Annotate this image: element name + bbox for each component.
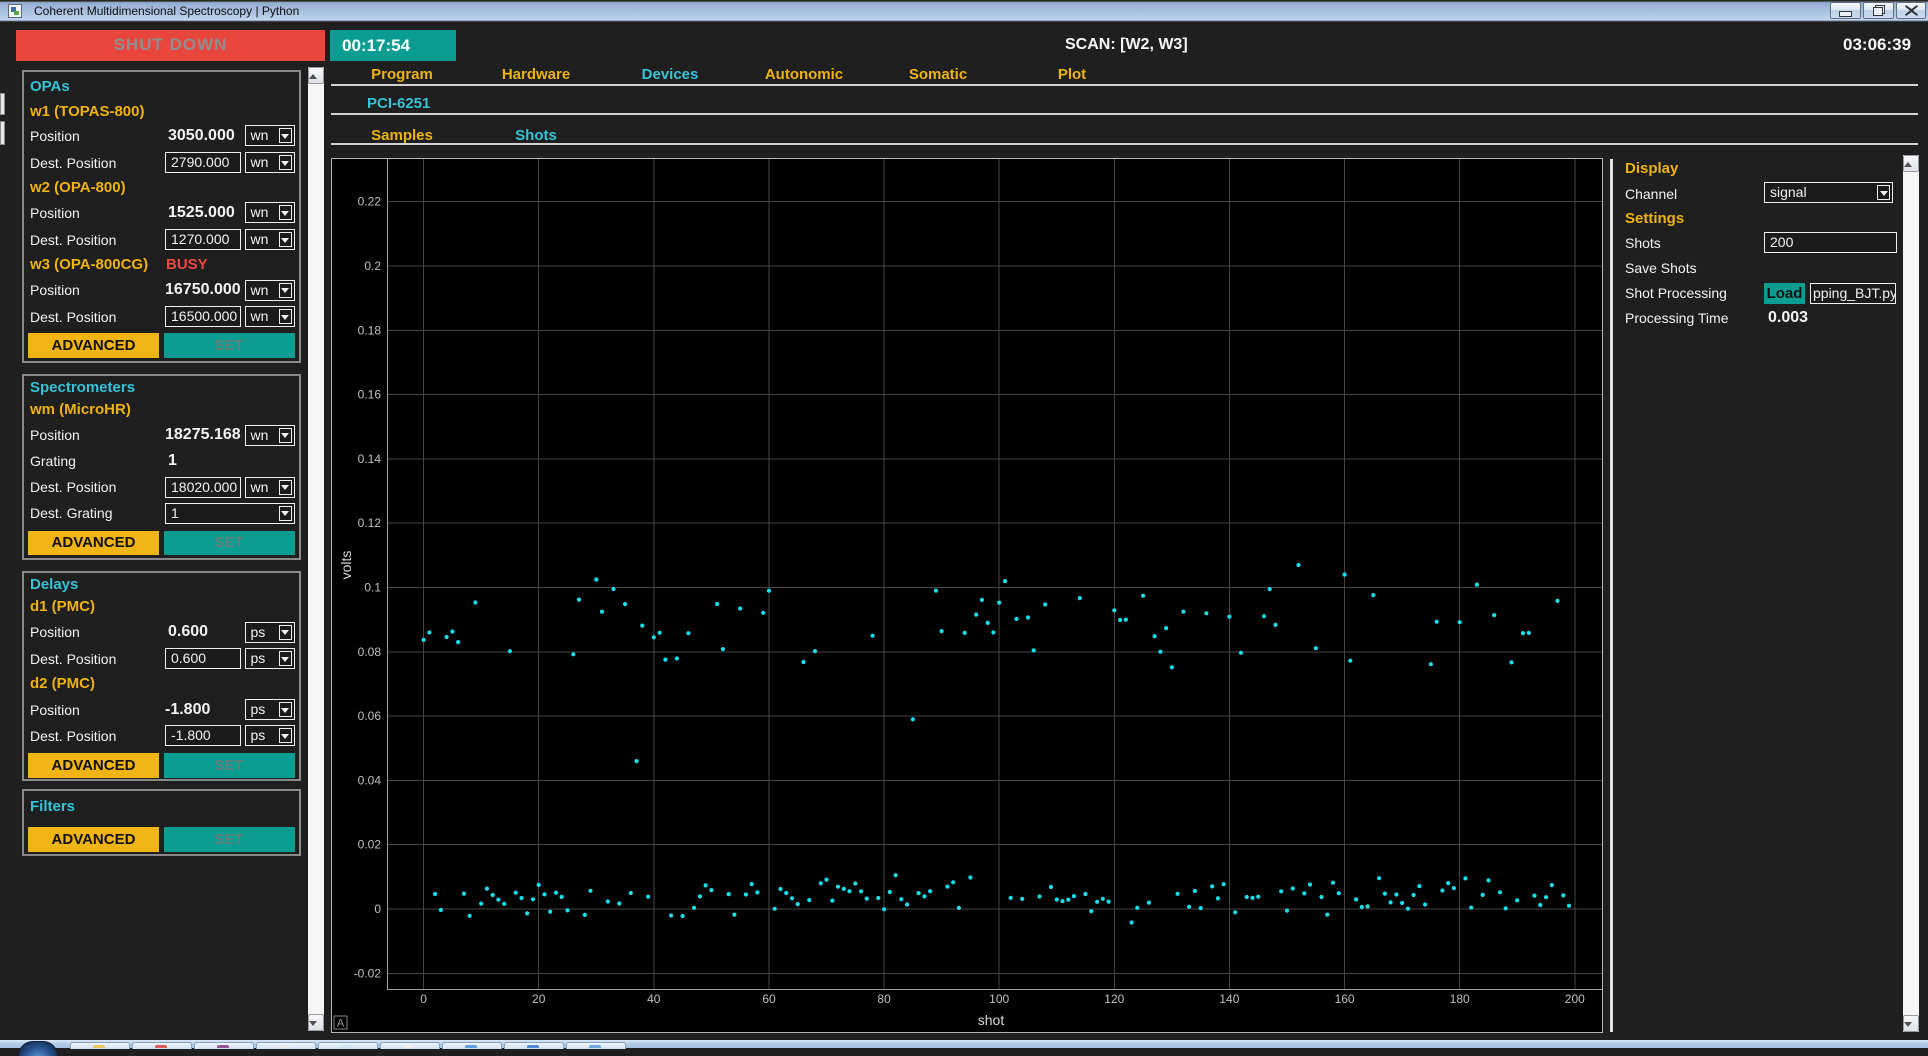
svg-text:0.14: 0.14	[358, 452, 382, 466]
svg-text:120: 120	[1104, 992, 1124, 1006]
svg-text:0.22: 0.22	[358, 195, 382, 209]
svg-text:100: 100	[989, 992, 1009, 1006]
svg-text:shot: shot	[978, 1012, 1005, 1028]
svg-text:0.1: 0.1	[364, 581, 381, 595]
svg-text:80: 80	[877, 992, 891, 1006]
svg-text:20: 20	[532, 992, 546, 1006]
svg-text:40: 40	[647, 992, 661, 1006]
svg-text:160: 160	[1335, 992, 1355, 1006]
svg-text:0.18: 0.18	[358, 323, 382, 337]
svg-text:180: 180	[1450, 992, 1470, 1006]
svg-text:0: 0	[420, 992, 427, 1006]
svg-text:0.12: 0.12	[358, 516, 382, 530]
svg-text:0.02: 0.02	[358, 838, 382, 852]
svg-text:0: 0	[374, 902, 381, 916]
svg-text:A: A	[337, 1018, 345, 1030]
svg-text:0.2: 0.2	[364, 259, 381, 273]
svg-text:0.08: 0.08	[358, 645, 382, 659]
svg-text:volts: volts	[338, 551, 354, 580]
svg-text:-0.02: -0.02	[354, 966, 382, 980]
svg-text:60: 60	[762, 992, 776, 1006]
svg-text:0.06: 0.06	[358, 709, 382, 723]
svg-text:200: 200	[1565, 992, 1585, 1006]
svg-text:0.16: 0.16	[358, 388, 382, 402]
svg-text:0.04: 0.04	[358, 773, 382, 787]
svg-text:140: 140	[1219, 992, 1239, 1006]
